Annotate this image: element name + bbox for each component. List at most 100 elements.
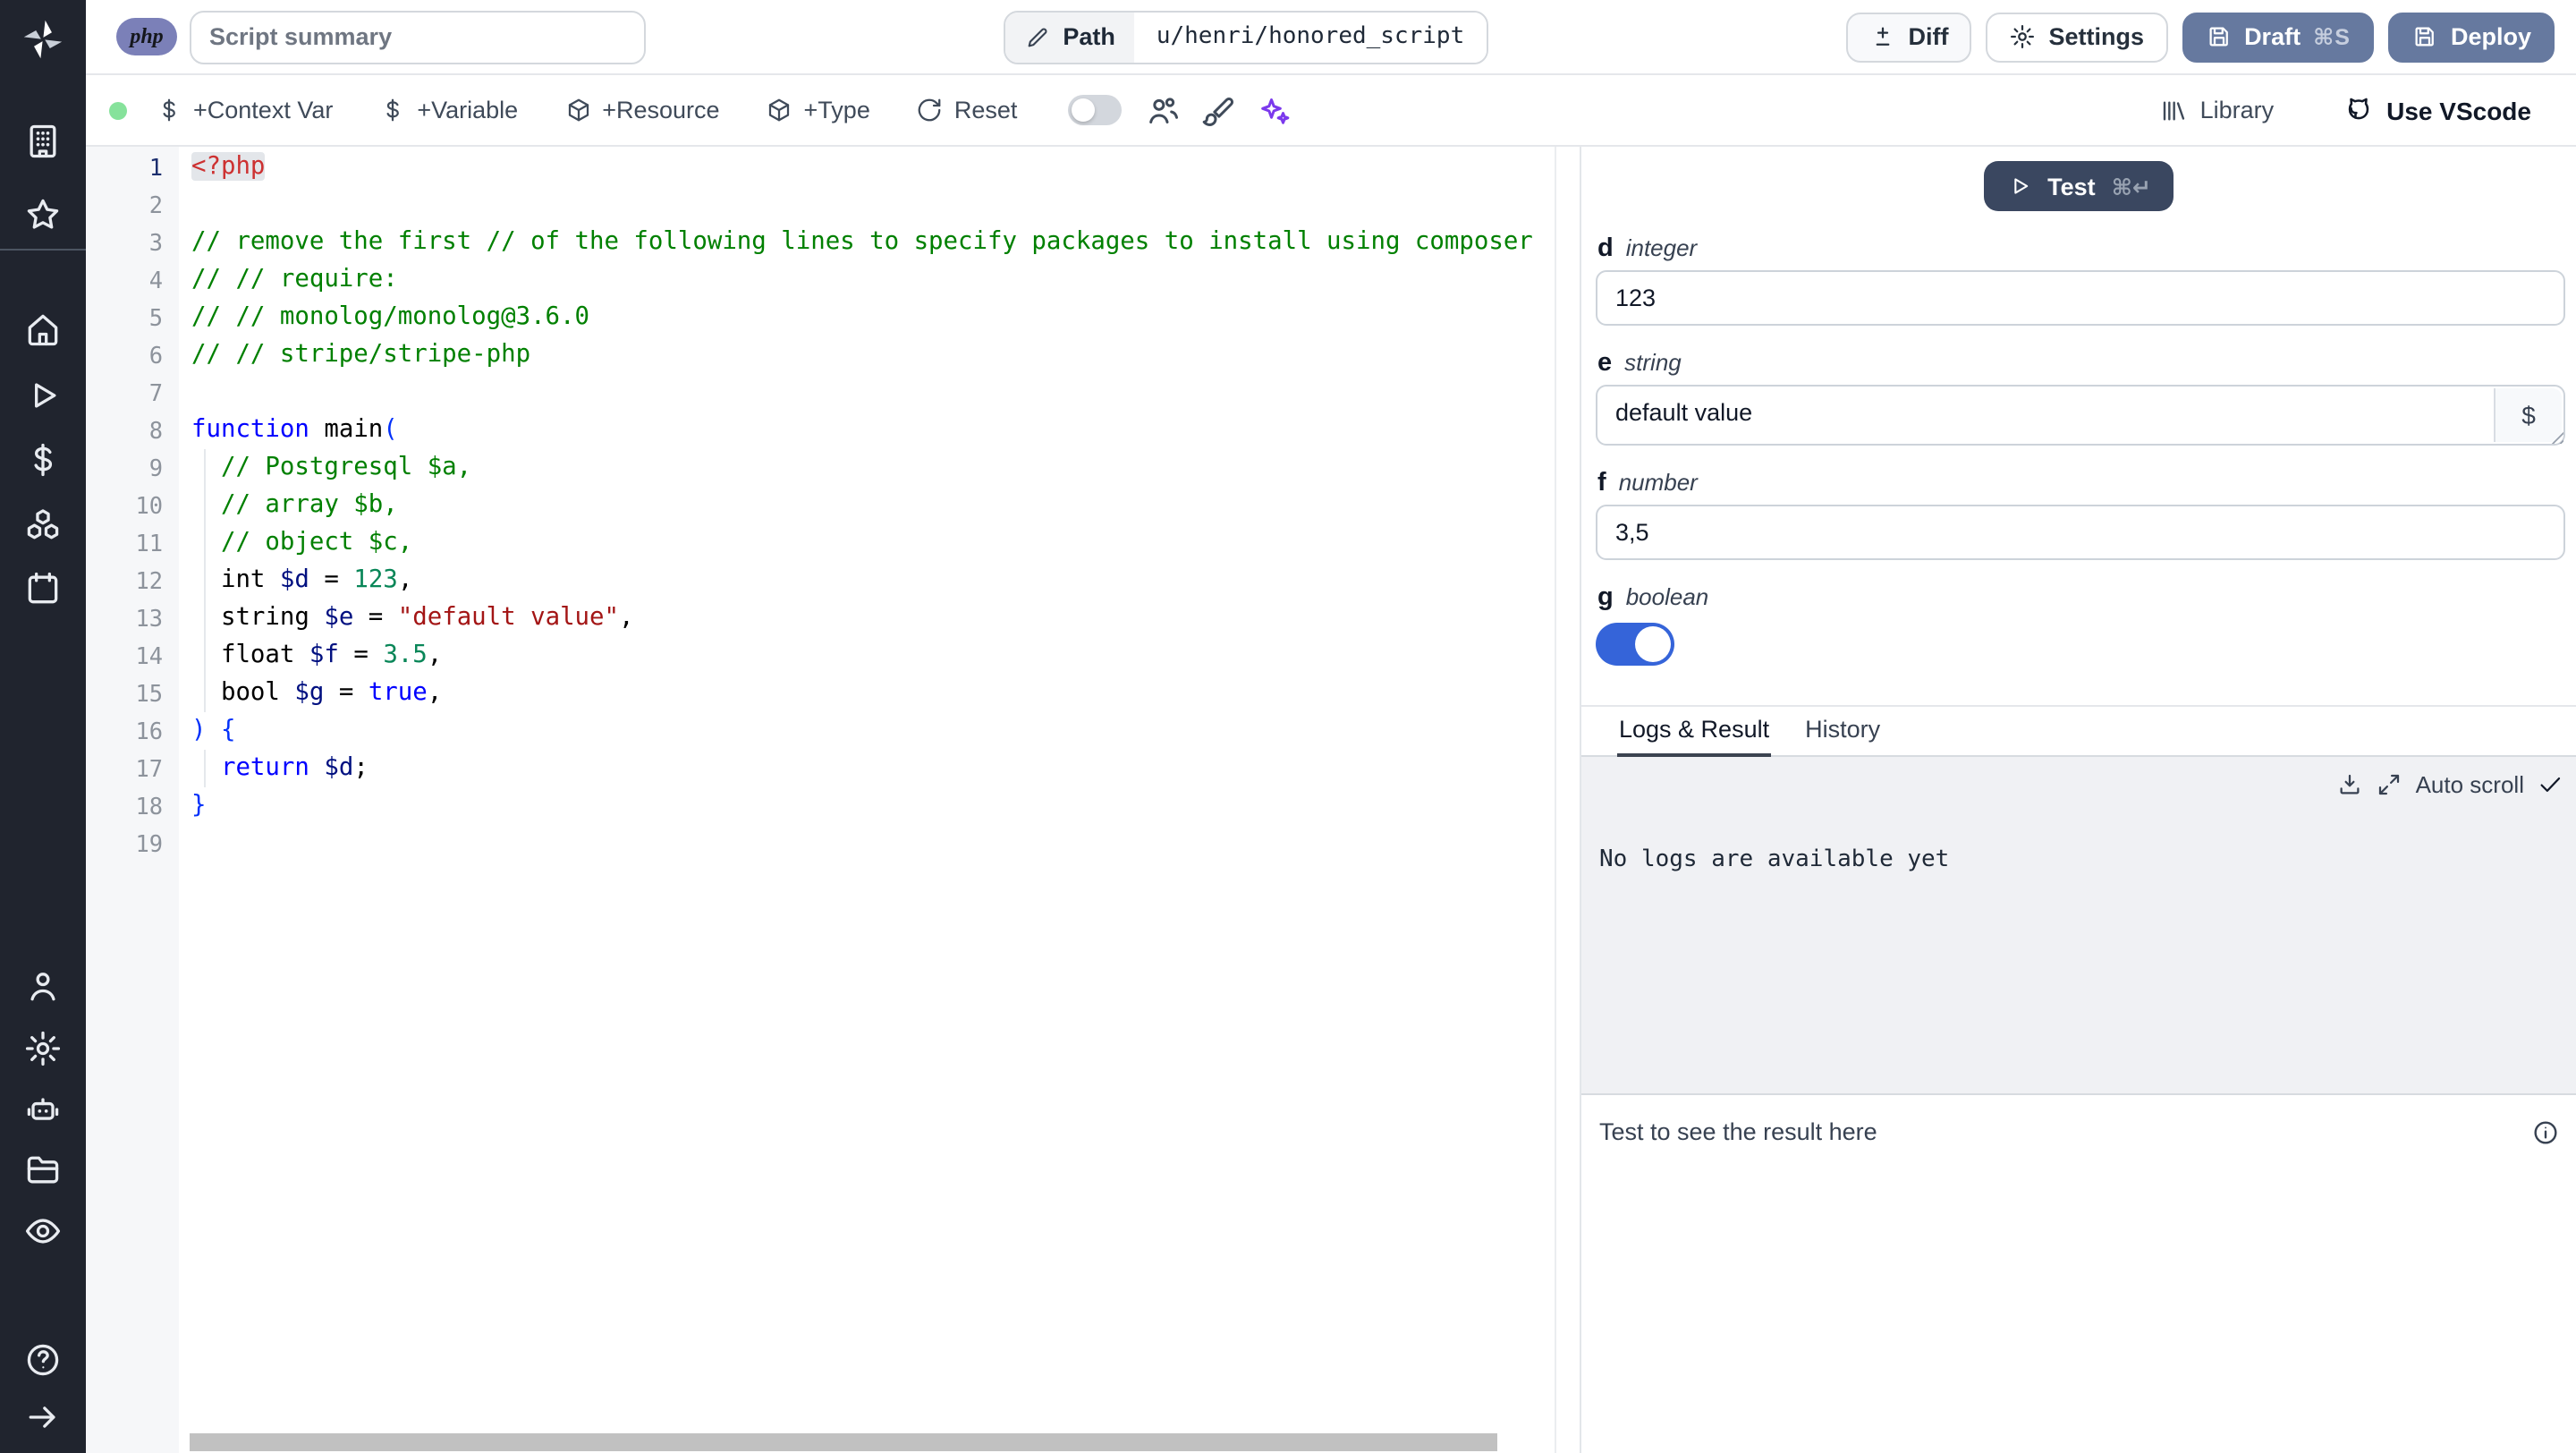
code-token: , [619,603,634,632]
sidebar-item-eye-icon[interactable] [23,1211,63,1251]
sidebar-item-arrow-right-icon[interactable] [23,1398,63,1437]
info-icon[interactable] [2531,1118,2560,1147]
download-icon [2337,771,2364,798]
sidebar-item-folder-icon[interactable] [23,1151,63,1190]
library-button[interactable]: Library [2148,94,2285,126]
logs-area: Auto scroll No logs are available yet [1581,757,2576,1093]
field-name: e [1597,349,1613,378]
path-button[interactable]: Path u/henri/honored_script [1004,10,1488,64]
users-icon[interactable] [1142,90,1182,130]
code-line: 14 float $f = 3.5, [86,637,1580,675]
windmill-logo-icon[interactable] [20,16,66,63]
scrollbar-slider[interactable] [190,1433,1497,1451]
editor-toolbar: +Context Var +Variable +Resource +Type Reset… [86,75,2576,147]
test-label: Test [2047,173,2096,200]
deploy-button[interactable]: Deploy [2387,12,2555,62]
toolbar-reset-button[interactable]: Reset [917,97,1017,123]
line-number: 10 [135,492,163,519]
download-logs-button[interactable] [2337,771,2364,798]
draft-button[interactable]: Draft ⌘S [2182,12,2374,62]
field-type: number [1618,469,1698,496]
e-value-field: $ [1596,385,2565,446]
code-token: // // stripe/stripe-php [191,340,531,369]
settings-button[interactable]: Settings [1986,12,2168,62]
sidebar-item-help-icon[interactable] [23,1340,63,1380]
e-value-textarea[interactable] [1597,387,2563,444]
toolbar-type-button[interactable]: +Type [767,97,870,123]
use-vscode-button[interactable]: Use VScode [2333,93,2542,127]
connection-status-dot [109,101,127,119]
sidebar-item-home-icon[interactable] [23,310,63,349]
save-icon [2205,23,2232,50]
sidebar-item-building-icon[interactable] [23,122,63,161]
sidebar [0,0,86,1453]
code-token: = [309,565,354,594]
result-placeholder: Test to see the result here [1599,1118,1877,1145]
path-value: u/henri/honored_script [1134,12,1487,62]
code-line: 13 string $e = "default value", [86,599,1580,637]
d-value-input[interactable] [1596,270,2565,326]
diff-icon [1869,23,1896,50]
diff-button[interactable]: Diff [1845,12,1972,62]
insert-variable-button[interactable]: $ [2494,388,2562,442]
line-text: ) { [179,712,1580,750]
code-line: 17 return $d; [86,750,1580,787]
toolbar-resource-button[interactable]: +Resource [564,97,720,123]
toolbar-variable-button[interactable]: +Variable [379,97,518,123]
field-name: g [1597,583,1614,612]
toolbar-context-var-button[interactable]: +Context Var [156,97,333,123]
editor-horizontal-scrollbar[interactable] [86,1433,1580,1453]
test-button[interactable]: Test ⌘↵ [1983,161,2174,211]
line-number: 17 [135,755,163,782]
line-text: return $d; [179,750,1580,787]
sidebar-item-gear-icon[interactable] [23,1029,63,1068]
line-number: 15 [135,680,163,707]
sidebar-item-calendar-icon[interactable] [23,569,63,608]
test-shortcut: ⌘↵ [2111,174,2151,200]
diff-label: Diff [1908,23,1949,50]
code-token: // array $b, [191,490,398,519]
code-line: 19 [86,825,1580,862]
line-text: int $d = 123, [179,562,1580,599]
f-value-input[interactable] [1596,505,2565,560]
toolbar-action-label: +Type [803,97,870,123]
code-token: ; [353,753,369,782]
path-label: Path [1063,23,1115,50]
code-line: 8 function main( [86,412,1580,449]
code-line: 1 <?php [86,149,1580,186]
sidebar-item-user-icon[interactable] [23,966,63,1006]
field-label: d integer [1596,234,2565,263]
library-label: Library [2199,97,2275,123]
result-tabs: Logs & Result History [1581,707,2576,757]
auto-scroll-label[interactable]: Auto scroll [2416,771,2524,798]
ai-sparkles-icon[interactable] [1253,90,1292,130]
tab-logs-result[interactable]: Logs & Result [1617,716,1772,757]
sidebar-item-robot-icon[interactable] [23,1090,63,1129]
line-text [179,825,1580,862]
code-editor[interactable]: 1 <?php 2 3 // remove the first // of the fo… [86,147,1581,1453]
tab-history[interactable]: History [1803,716,1882,757]
check-icon[interactable] [2537,771,2563,798]
line-number: 16 [135,718,163,744]
code-line: 2 [86,186,1580,224]
sidebar-item-cubes-icon[interactable] [23,505,63,544]
code-token: float [191,641,309,669]
expand-logs-button[interactable] [2377,771,2403,798]
code-token: 3.5 [383,641,428,669]
code-token: , [397,565,413,594]
sidebar-item-star-icon[interactable] [23,195,63,234]
script-summary-input[interactable] [190,10,646,64]
format-brush-icon[interactable] [1198,90,1237,130]
multiplayer-toggle[interactable] [1067,95,1122,125]
code-token: $f [309,641,339,669]
code-token: ( [383,415,398,444]
code-line: 9 // Postgresql $a, [86,449,1580,487]
field-f: f number [1596,469,2565,560]
code-token: string [191,603,325,632]
sidebar-item-play-icon[interactable] [23,376,63,415]
sidebar-item-dollar-icon[interactable] [23,440,63,480]
toolbar-actions: +Context Var +Variable +Resource +Type Reset [156,97,1063,123]
g-boolean-toggle[interactable] [1596,623,1674,666]
